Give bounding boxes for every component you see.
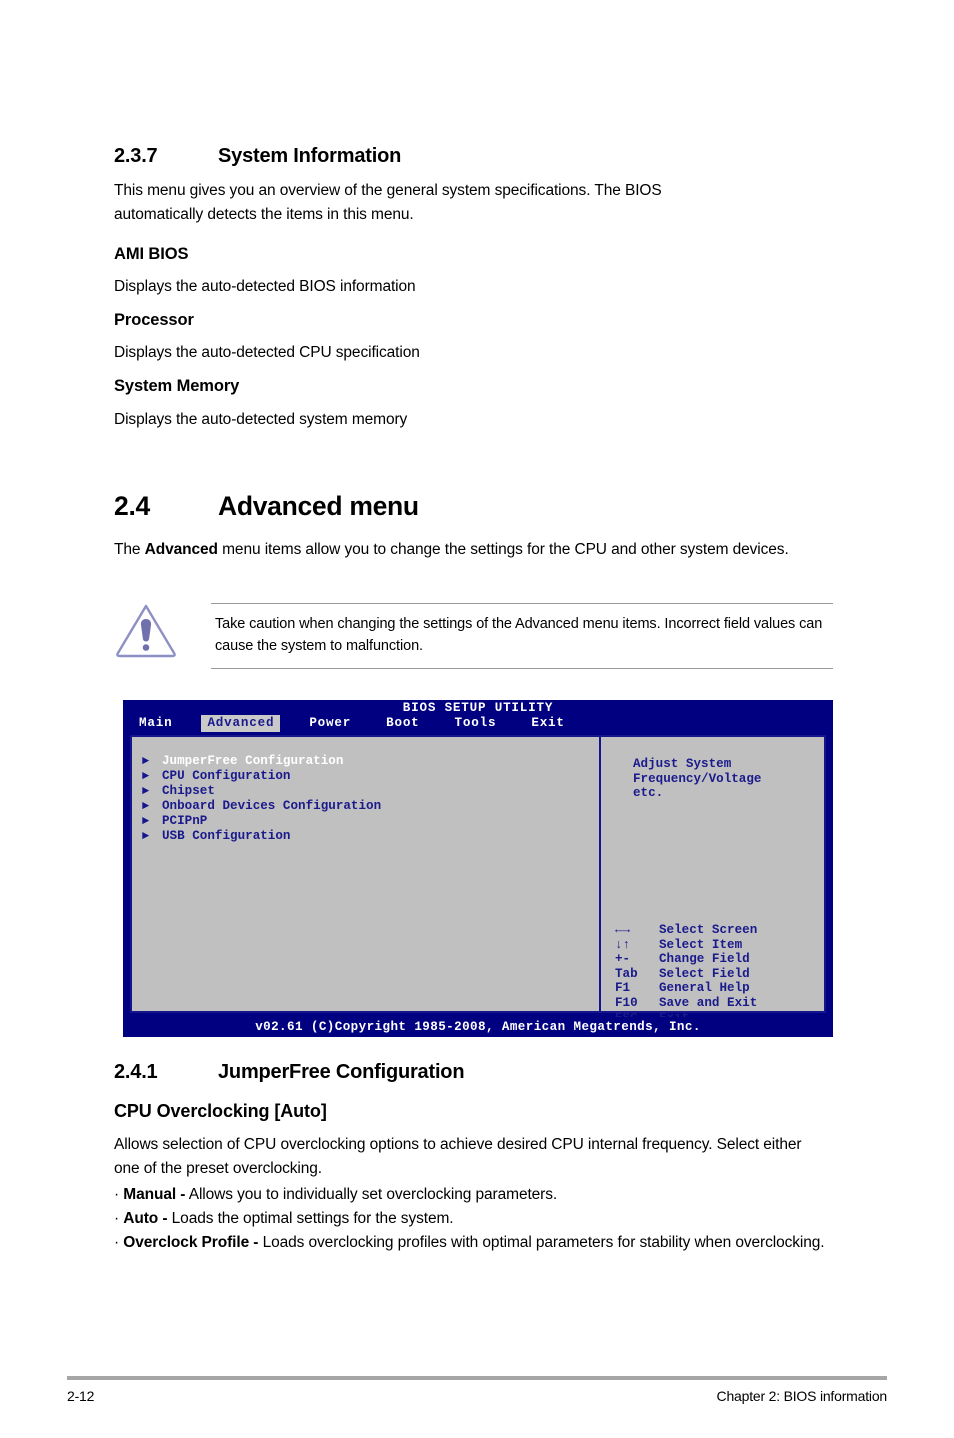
bullet-text: Allows you to individually set overclock…	[185, 1186, 558, 1203]
bios-tab-advanced[interactable]: Advanced	[201, 715, 281, 732]
text-processor: Displays the auto-detected CPU specifica…	[114, 344, 420, 361]
submenu-arrow-icon: ►	[142, 814, 150, 828]
bios-menu-item-jumperfree-configuration[interactable]: ► JumperFree Configuration	[142, 754, 593, 769]
bios-menu-item-label: JumperFree Configuration	[162, 754, 344, 768]
subheading-system-memory: System Memory	[114, 377, 240, 395]
bios-tab-main[interactable]: Main	[133, 715, 178, 732]
bullet-marker: ·	[114, 1234, 120, 1251]
bios-tab-exit[interactable]: Exit	[525, 715, 570, 732]
intro-pre: The	[114, 541, 145, 558]
bios-menu-item-cpu-configuration[interactable]: ► CPU Configuration	[142, 769, 593, 784]
bios-key-select-item: ↓↑ Select Item	[615, 938, 757, 953]
note-bottom-rule	[211, 668, 833, 669]
bios-panels: ► JumperFree Configuration ► CPU Configura…	[128, 733, 828, 1025]
bullet-term: Overclock Profile -	[123, 1234, 259, 1251]
bios-menu-item-label: CPU Configuration	[162, 769, 291, 783]
heading-2-4-1: 2.4.1 JumperFree Configuration	[114, 1061, 465, 1084]
bios-copyright-footer: v02.61 (C)Copyright 1985-2008, American …	[123, 1017, 833, 1037]
heading-2-4-1-number: 2.4.1	[114, 1061, 158, 1083]
bullet-auto: · Auto - Loads the optimal settings for …	[114, 1207, 834, 1231]
bios-help-text: Adjust System Frequency/Voltage etc.	[633, 757, 762, 801]
bios-menu-item-label: PCIPnP	[162, 814, 208, 828]
caution-triangle-icon	[114, 601, 178, 659]
bullet-term: Manual -	[123, 1186, 186, 1203]
bios-tab-boot[interactable]: Boot	[380, 715, 425, 732]
intro-post: menu items allow you to change the setti…	[217, 541, 789, 558]
heading-2-3-7-number: 2.3.7	[114, 145, 158, 167]
bios-tab-power[interactable]: Power	[303, 715, 357, 732]
heading-2-3-7: 2.3.7 System Information	[114, 145, 401, 168]
document-page: 2.3.7 System Information This menu gives …	[0, 0, 954, 1438]
bullet-text: Loads the optimal settings for the syste…	[167, 1210, 454, 1227]
bios-title: BIOS SETUP UTILITY	[402, 701, 554, 715]
bullet-manual: · Manual - Allows you to individually se…	[114, 1183, 834, 1207]
heading-2-4-1-title: JumperFree Configuration	[218, 1061, 465, 1083]
subheading-processor: Processor	[114, 311, 194, 329]
bios-key-save-and-exit: F10 Save and Exit	[615, 996, 757, 1011]
section-2-3-7-intro: This menu gives you an overview of the g…	[114, 182, 662, 223]
heading-2-4-title: Advanced menu	[218, 491, 419, 521]
heading-2-3-7-title: System Information	[218, 145, 402, 167]
bios-tab-bar: Main Advanced Power Boot Tools Exit	[133, 715, 594, 732]
bios-menu-list: ► JumperFree Configuration ► CPU Configura…	[142, 754, 593, 844]
subheading-cpu-overclocking: CPU Overclocking [Auto]	[114, 1101, 327, 1121]
bios-help-panel: Adjust System Frequency/Voltage etc. ←→ S…	[601, 735, 826, 1025]
bios-key-action: Change Field	[659, 952, 750, 967]
bios-menu-panel: ► JumperFree Configuration ► CPU Configura…	[130, 735, 601, 1013]
subheading-ami-bios: AMI BIOS	[114, 245, 189, 263]
bios-key-glyph: F1	[615, 981, 631, 996]
bios-key-action: Select Screen	[659, 923, 758, 937]
caution-note-text: Take caution when changing the settings …	[215, 616, 823, 654]
bios-key-change-field: +- Change Field	[615, 952, 757, 967]
submenu-arrow-icon: ►	[142, 829, 150, 843]
bullet-term: Auto -	[123, 1210, 168, 1227]
bios-menu-item-label: USB Configuration	[162, 829, 291, 843]
bios-menu-item-usb-configuration[interactable]: ► USB Configuration	[142, 829, 593, 844]
bios-setup-screenshot: BIOS SETUP UTILITY Main Advanced Power B…	[123, 700, 833, 1037]
intro-bold-advanced: Advanced	[144, 541, 218, 558]
caution-note: Take caution when changing the settings …	[211, 603, 833, 669]
text-cpu-overclocking-description: Allows selection of CPU overclocking opt…	[114, 1136, 802, 1177]
bullet-overclock-profile: · Overclock Profile - Loads overclocking…	[114, 1231, 830, 1255]
bios-key-glyph: +-	[615, 952, 631, 967]
bullet-marker: ·	[114, 1210, 120, 1227]
bios-key-glyph: ↓↑	[615, 937, 631, 952]
bios-key-general-help: F1 General Help	[615, 981, 757, 996]
submenu-arrow-icon: ►	[142, 784, 150, 798]
bios-menu-item-label: Chipset	[162, 784, 215, 798]
submenu-arrow-icon: ►	[142, 754, 150, 768]
footer-divider	[67, 1376, 887, 1380]
bios-key-select-field: Tab Select Field	[615, 967, 757, 982]
bios-key-action: General Help	[659, 981, 750, 996]
page-number: 2-12	[67, 1388, 95, 1404]
bios-tab-tools[interactable]: Tools	[449, 715, 503, 732]
bios-key-legend: ←→ Select Screen ↓↑ Select Item +- Change F…	[615, 923, 757, 1025]
footer-chapter-label: Chapter 2: BIOS information	[716, 1388, 888, 1404]
submenu-arrow-icon: ►	[142, 769, 150, 783]
bios-key-action: Select Item	[659, 937, 743, 952]
bios-menu-item-pcipnp[interactable]: ► PCIPnP	[142, 814, 593, 829]
bullet-marker: ·	[114, 1186, 120, 1203]
bios-menu-item-label: Onboard Devices Configuration	[162, 799, 382, 813]
heading-2-4: 2.4 Advanced menu	[114, 491, 419, 522]
bios-menu-item-onboard-devices-configuration[interactable]: ► Onboard Devices Configuration	[142, 799, 593, 814]
bios-key-action: Save and Exit	[659, 995, 758, 1010]
bios-key-glyph: ←→	[615, 923, 631, 937]
text-system-memory: Displays the auto-detected system memory	[114, 411, 408, 428]
text-ami-bios: Displays the auto-detected BIOS informat…	[114, 278, 416, 295]
submenu-arrow-icon: ►	[142, 799, 150, 813]
bios-key-glyph: F10	[615, 995, 638, 1010]
bios-key-select-screen: ←→ Select Screen	[615, 923, 757, 938]
section-2-4-intro: The Advanced menu items allow you to cha…	[114, 538, 826, 562]
bios-key-glyph: Tab	[615, 966, 638, 981]
bios-key-action: Select Field	[659, 966, 750, 981]
heading-2-4-number: 2.4	[114, 491, 150, 521]
bios-menu-item-chipset[interactable]: ► Chipset	[142, 784, 593, 799]
bullet-text: Loads overclocking profiles with optimal…	[258, 1234, 825, 1251]
